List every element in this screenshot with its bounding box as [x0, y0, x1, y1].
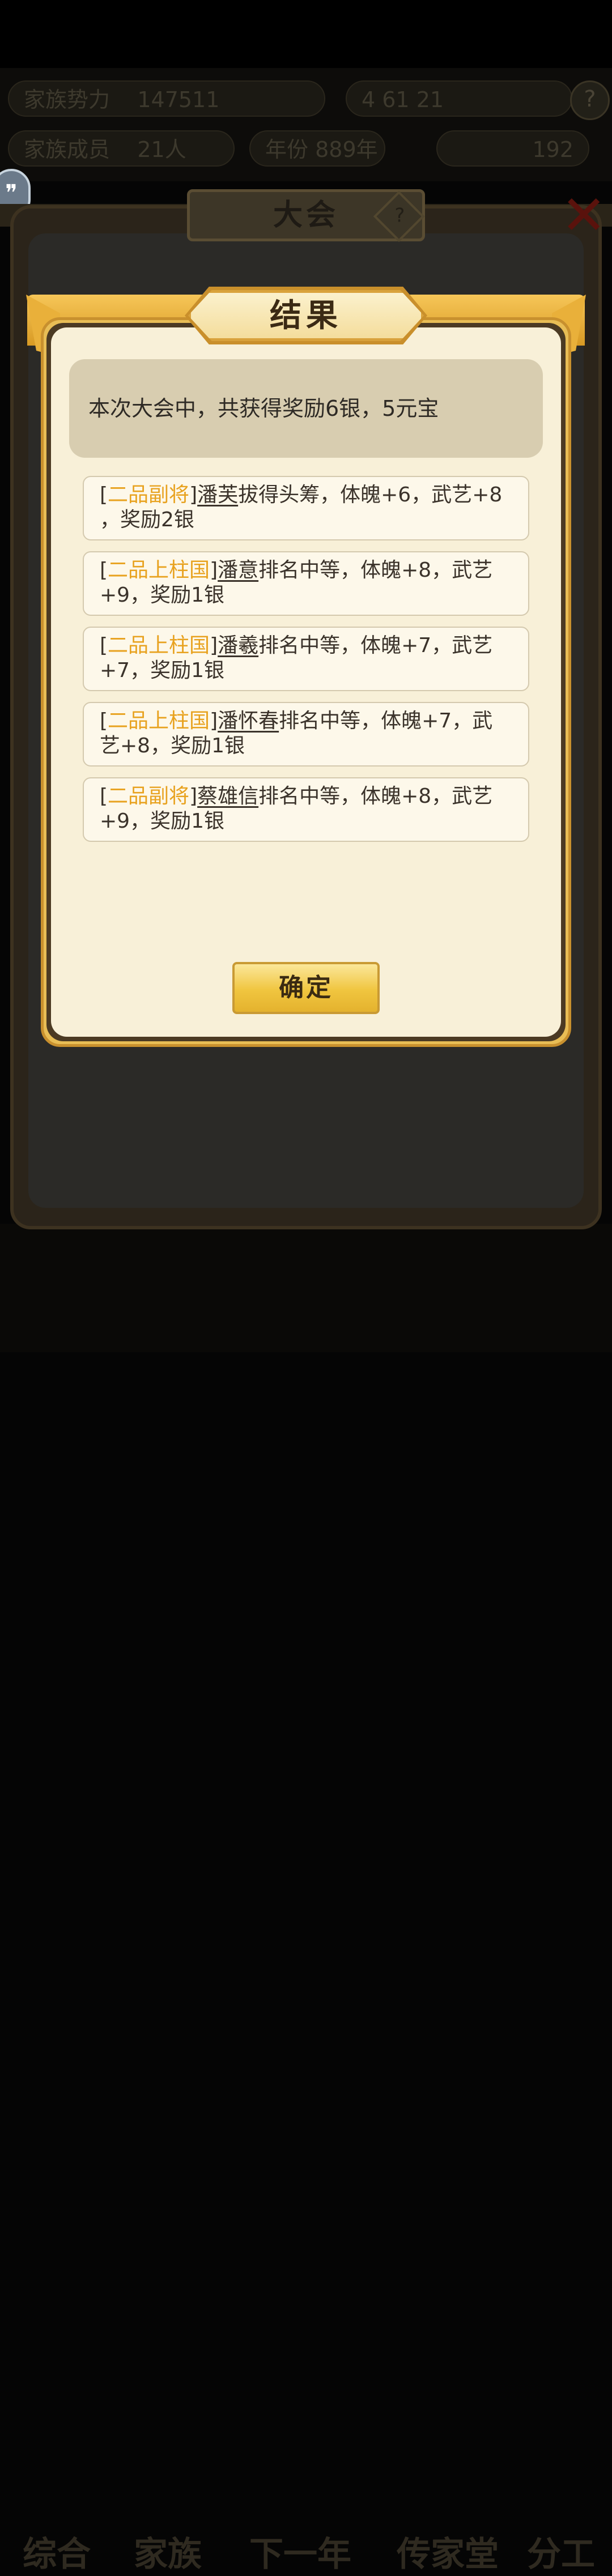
- nav-item-heritage-hall[interactable]: 传家堂: [397, 2527, 499, 2576]
- result-record: [二品副将]蔡雄信排名中等，体魄+8，武艺 +9，奖励1银: [83, 777, 529, 842]
- record-text-line2: ，奖励2银: [100, 508, 194, 531]
- record-text-line2: 艺+8，奖励1银: [100, 734, 245, 757]
- nav-item-division[interactable]: 分工: [527, 2527, 595, 2576]
- reward-summary: 本次大会中，共获得奖励6银，5元宝: [69, 359, 543, 458]
- rank-label: 二品上柱国: [108, 559, 210, 582]
- rank-label: 二品上柱国: [108, 709, 210, 733]
- help-icon: ?: [570, 80, 610, 120]
- clan-members-pill: 家族成员 21人: [8, 130, 235, 167]
- record-text: 排名中等，体魄+7，武: [279, 709, 493, 733]
- status-bar-area: [0, 0, 612, 68]
- grain-pill: 192: [436, 130, 589, 167]
- member-name-link[interactable]: 潘意: [218, 559, 258, 582]
- result-record: [二品上柱国]潘意排名中等，体魄+8，武艺 +9，奖励1银: [83, 551, 529, 616]
- nav-item-next-year[interactable]: 下一年: [249, 2527, 351, 2576]
- result-dialog-title: 结果: [188, 290, 424, 341]
- nav-item-clan[interactable]: 家族: [134, 2527, 202, 2576]
- record-text: 拔得头筹，体魄+6，武艺+8: [238, 483, 503, 506]
- record-text: 排名中等，体魄+8，武艺: [258, 559, 493, 582]
- rank-label: 二品副将: [108, 483, 190, 506]
- resources-pill: 4 61 21: [346, 80, 572, 117]
- record-text: 排名中等，体魄+8，武艺: [258, 785, 493, 808]
- rank-label: 二品上柱国: [108, 634, 210, 657]
- member-name-link[interactable]: 蔡雄信: [197, 785, 258, 808]
- clan-power-pill: 家族势力 147511: [8, 80, 325, 117]
- member-name-link[interactable]: 潘芙: [197, 483, 238, 506]
- confirm-button[interactable]: 确定: [232, 962, 380, 1014]
- nav-item-general[interactable]: 综合: [23, 2527, 91, 2576]
- record-text: 排名中等，体魄+7，武艺: [258, 634, 493, 657]
- bottom-nav: 综合 家族 下一年 传家堂 分工: [0, 1224, 612, 2574]
- result-record: [二品上柱国]潘羲排名中等，体魄+7，武艺 +7，奖励1银: [83, 627, 529, 691]
- rank-label: 二品副将: [108, 785, 190, 808]
- record-text-line2: +9，奖励1银: [100, 584, 224, 607]
- background-stats-bar: 家族势力 147511 4 61 21 ? 家族成员 21人 年份 889年 1…: [0, 68, 612, 181]
- year-pill: 年份 889年: [249, 130, 385, 167]
- result-record: [二品上柱国]潘怀春排名中等，体魄+7，武 艺+8，奖励1银: [83, 702, 529, 767]
- close-icon[interactable]: ✕: [561, 187, 612, 244]
- record-text-line2: +9，奖励1银: [100, 810, 224, 833]
- member-name-link[interactable]: 潘羲: [218, 634, 258, 657]
- member-name-link[interactable]: 潘怀春: [218, 709, 279, 733]
- result-record: [二品副将]潘芙拔得头筹，体魄+6，武艺+8 ，奖励2银: [83, 476, 529, 540]
- record-text-line2: +7，奖励1银: [100, 659, 224, 682]
